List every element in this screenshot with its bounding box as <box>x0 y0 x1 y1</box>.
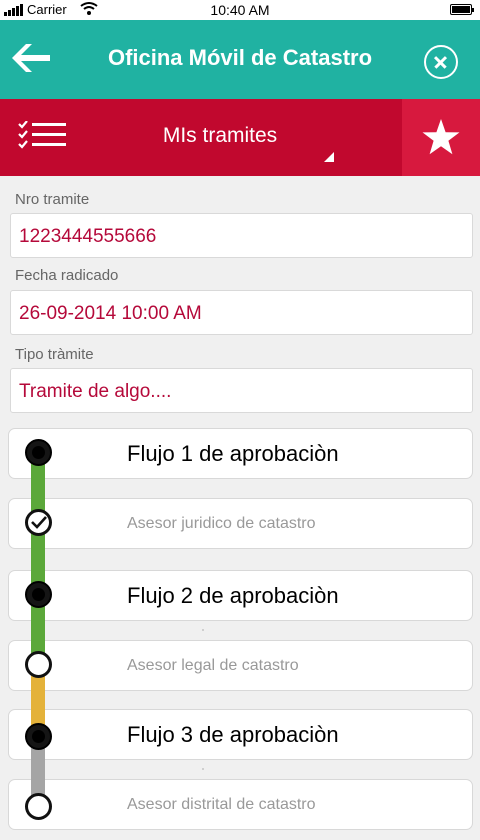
step-node-filled-icon <box>25 439 52 466</box>
tipo-tramite-field[interactable]: Tramite de algo.... <box>10 368 473 413</box>
step-node-filled-icon <box>25 723 52 750</box>
favorite-button[interactable] <box>402 99 480 176</box>
page-title: Oficina Móvil de Catastro <box>107 45 373 70</box>
back-button[interactable] <box>8 40 52 76</box>
nro-tramite-label: Nro tramite <box>15 191 90 208</box>
checklist-icon <box>18 120 66 149</box>
flow-step-title: Flujo 2 de aprobaciòn <box>127 583 339 608</box>
nro-tramite-field[interactable]: 1223444555666 <box>10 213 473 258</box>
step-node-open-icon <box>25 651 52 678</box>
tipo-tramite-label: Tipo tràmite <box>15 346 94 363</box>
status-bar: Carrier 10:40 AM <box>0 0 480 20</box>
flow-step-title: Flujo 3 de aprobaciòn <box>127 722 339 747</box>
flow-step-assignee: Asesor juridico de catastro <box>127 515 316 532</box>
flow-step-assignee: Asesor distrital de catastro <box>127 796 316 813</box>
fecha-radicado-label: Fecha radicado <box>15 267 119 284</box>
step-node-open-icon <box>25 793 52 820</box>
separator-dot <box>202 629 204 631</box>
step-node-filled-icon <box>25 581 52 608</box>
dropdown-label: MIs tramites <box>162 124 278 147</box>
flow-step-card[interactable]: Flujo 2 de aprobaciòn <box>8 570 473 621</box>
flow-step-card[interactable]: Flujo 1 de aprobaciòn <box>8 428 473 479</box>
checkmark-icon <box>31 516 47 529</box>
separator-dot <box>202 768 204 770</box>
arrow-left-icon <box>12 44 50 72</box>
flow-step-card[interactable]: Asesor legal de catastro <box>8 640 473 691</box>
flow-step-title: Flujo 1 de aprobaciòn <box>127 441 339 466</box>
flow-step-card[interactable]: Asesor distrital de catastro <box>8 779 473 830</box>
tramites-dropdown[interactable]: MIs tramites <box>100 99 340 176</box>
clock: 10:40 AM <box>210 2 270 18</box>
flow-step-assignee: Asesor legal de catastro <box>127 657 299 674</box>
list-button[interactable] <box>18 120 68 151</box>
star-icon <box>422 119 460 155</box>
flow-step-card[interactable]: Asesor juridico de catastro <box>8 498 473 549</box>
dropdown-arrow-icon <box>324 152 334 162</box>
fecha-radicado-field[interactable]: 26-09-2014 10:00 AM <box>10 290 473 335</box>
step-node-check-icon <box>25 509 52 536</box>
app-header: Oficina Móvil de Catastro <box>0 20 480 99</box>
section-bar: MIs tramites <box>0 99 480 176</box>
battery-icon <box>450 4 474 15</box>
flow-step-card[interactable]: Flujo 3 de aprobaciòn <box>8 709 473 760</box>
progress-rail-done <box>31 452 45 664</box>
close-button[interactable] <box>424 45 458 79</box>
